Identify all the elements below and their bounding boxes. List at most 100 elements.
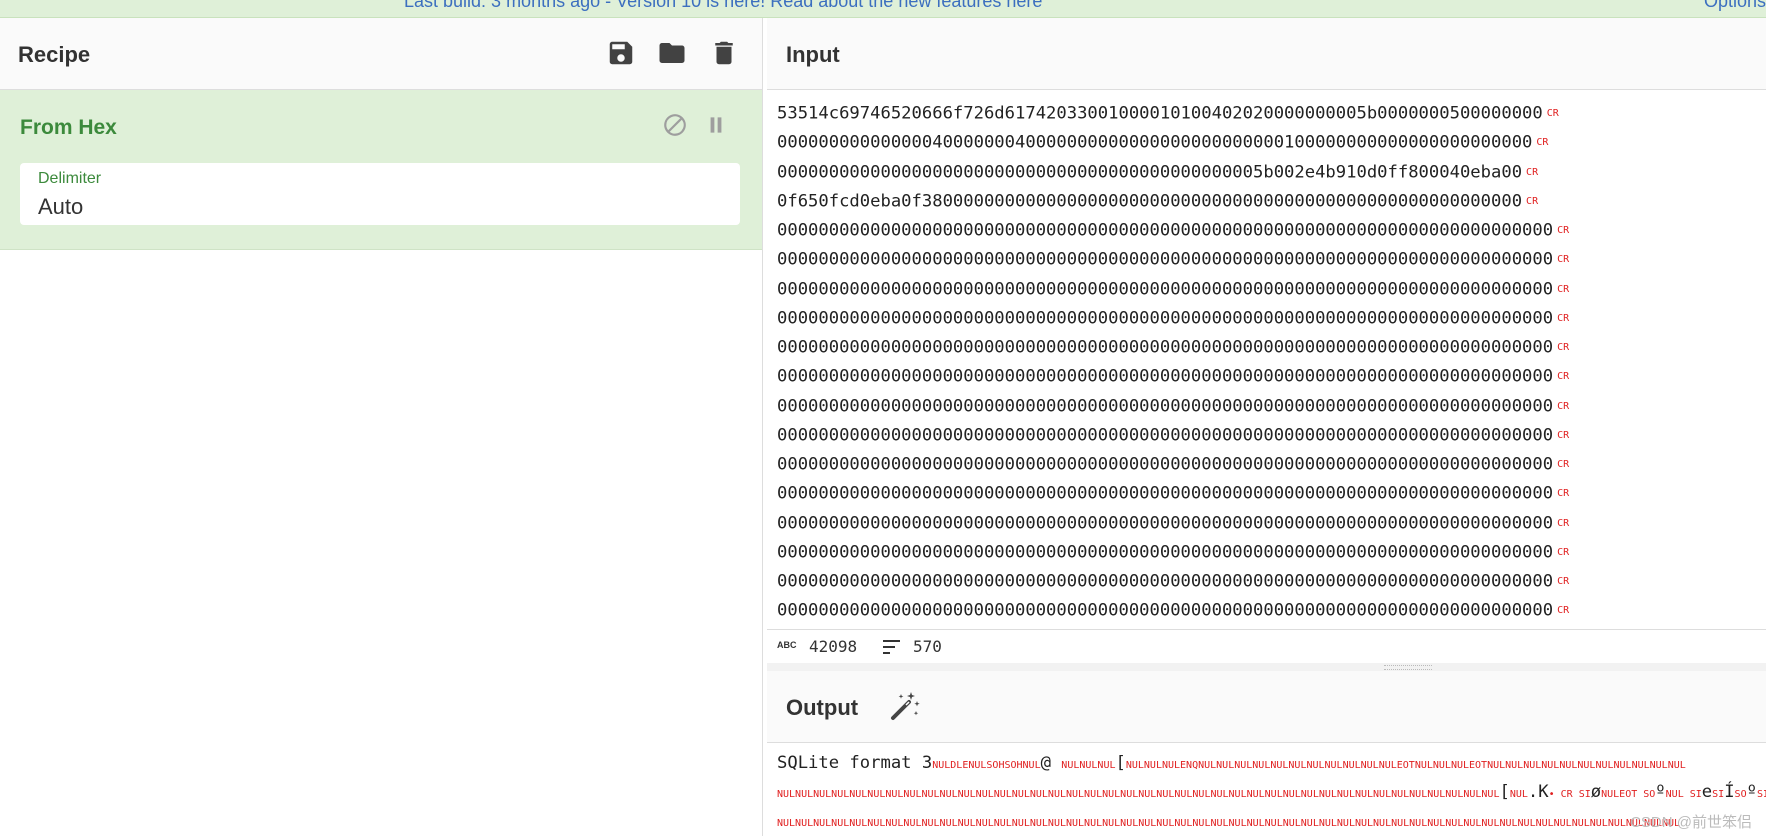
input-line: 0000000000000000000000000000000000000000… [777,567,1766,596]
output-line: NULNULNULNULNULNULNULNULNULNULNULNULNULN… [777,807,1766,836]
line-end-marker: CR [1557,429,1570,441]
control-char-token: SO [1734,789,1747,800]
line-end-marker: CR [1557,225,1570,236]
lines-icon [883,640,900,654]
line-end-marker: CR [1557,254,1570,266]
control-char-token: SI [1712,789,1725,800]
input-line-text: 0000000000000000000000000000000000000000… [777,337,1554,358]
recipe-panel: Recipe From Hex Delimiter Auto [0,18,763,836]
line-end-marker: CR [1557,400,1570,412]
folder-icon[interactable] [657,38,689,70]
input-header: Input [767,18,1766,90]
line-end-marker: CR [1557,605,1570,617]
input-length: 42098 [809,637,858,656]
line-end-marker: CR [1536,137,1549,149]
input-textarea[interactable]: 53514c69746520666f726d617420330010000101… [777,99,1766,647]
input-line-text: 0000000000000004000000040000000000000000… [777,132,1533,153]
input-line: 0f650fcd0eba0f38000000000000000000000000… [777,187,1766,216]
input-line: 0000000000000000000000000000000000000000… [777,479,1766,508]
delimiter-label: Delimiter [38,170,102,187]
output-line: NULNULNULNULNULNULNULNULNULNULNULNULNULN… [777,778,1766,807]
input-line-text: 0000000000000000000000000000000000000000… [777,571,1554,592]
input-line-text: 0000000000000000000000000000000000000000… [777,600,1554,621]
input-status-bar: ABC 42098 570 [767,629,1766,664]
output-text-segment: [ [1115,753,1126,773]
input-line-text: 0000000000000000000000000000000000000000… [777,542,1554,563]
output-text-segment: e [1701,782,1713,802]
pause-icon[interactable] [703,112,731,140]
delimiter-field[interactable]: Delimiter Auto [20,163,740,225]
control-char-token: NULNULNUL [1061,760,1116,771]
top-banner: Last build: 3 months ago - Version 10 is… [0,0,1766,18]
line-end-marker: CR [1557,371,1570,383]
input-line-text: 0000000000000000000000000000000000000000… [777,396,1554,417]
line-end-marker: CR [1526,195,1539,207]
line-end-marker: CR [1557,576,1570,587]
input-line: 0000000000000000000000000000000000000000… [777,392,1766,421]
output-line: SQLite format 3NULDLENULSOHSOHNUL@ NULNU… [777,749,1766,778]
options-link[interactable]: Options [1704,0,1766,12]
operation-title: From Hex [20,116,117,139]
input-line: 0000000000000000000000000000000000000000… [777,538,1766,567]
input-line-text: 0000000000000000000000000000000000000000… [777,249,1554,270]
control-char-token: NULNULNULNULNULNULNULNULNULNULNULNULNULN… [777,789,1500,800]
output-text-segment: [ [1499,782,1510,802]
line-end-marker: CR [1557,459,1570,470]
control-char-token: NUL [1509,789,1528,800]
input-line-text: 53514c69746520666f726d617420330010000101… [777,103,1543,124]
resize-handle[interactable] [1384,665,1432,670]
output-text-segment: º [1655,782,1666,802]
delimiter-value[interactable]: Auto [38,194,83,220]
line-end-marker: CR [1557,342,1570,353]
output-text-segment: @ [1040,753,1062,773]
input-line: 0000000000000000000000000000000000000000… [777,275,1766,304]
input-line-count: 570 [913,637,942,656]
save-icon[interactable] [606,38,638,70]
input-line: 53514c69746520666f726d617420330010000101… [777,99,1766,128]
input-line-text: 0000000000000000000000000000000000000000… [777,220,1554,241]
input-line-text: 0f650fcd0eba0f38000000000000000000000000… [777,191,1523,212]
control-char-token: NULNULNULENQNULNULNULNULNULNULNULNULNULN… [1125,760,1686,771]
output-text-segment: .K [1527,782,1549,802]
output-text-segment: SQLite format 3 [777,753,933,773]
output-textarea[interactable]: SQLite format 3NULDLENULSOHSOHNUL@ NULNU… [777,749,1766,836]
output-title: Output [786,695,859,720]
input-panel: Input 53514c69746520666f726d617420330010… [767,18,1766,663]
magic-wand-icon[interactable] [887,689,921,723]
banner-message[interactable]: Last build: 3 months ago - Version 10 is… [404,0,1042,12]
watermark: CSDN @前世笨侣 [1630,814,1752,831]
input-line: 0000000000000000000000000000000000000000… [777,304,1766,333]
output-text-segment: º [1746,782,1757,802]
input-line: 0000000000000004000000040000000000000000… [777,128,1766,157]
control-char-token: SI [1756,789,1766,800]
line-end-marker: CR [1557,488,1570,500]
line-end-marker: CR [1557,546,1570,558]
output-header: Output [767,671,1766,743]
line-end-marker: CR [1557,517,1570,529]
output-panel: Output SQLite format 3NULDLENULSOHSOHNUL… [767,671,1766,836]
length-icon: ABC [777,640,797,650]
input-line: 0000000000000000000000000000000000000000… [777,245,1766,274]
pane-divider[interactable] [767,663,1766,671]
input-line-text: 0000000000000000000000000000000000000000… [777,454,1554,475]
input-line: 0000000000000000000000000000000000000000… [777,333,1766,362]
recipe-header: Recipe [0,18,762,90]
control-char-token: NULNULNULNULNULNULNULNULNULNULNULNULNULN… [777,818,1681,829]
input-line: 0000000000000000000000000000000000000000… [777,216,1766,245]
line-end-marker: CR [1557,283,1570,295]
control-char-token: NULDLENULSOHSOHNUL [932,760,1041,771]
input-line: 0000000000000000000000000000000000000000… [777,450,1766,479]
operation-from-hex[interactable]: From Hex Delimiter Auto [0,90,762,250]
output-text-segment: Í [1724,782,1735,802]
input-line: 0000000000000000000000000000000000000000… [777,421,1766,450]
line-end-marker: CR [1526,166,1539,178]
disable-icon[interactable] [662,112,690,140]
trash-icon[interactable] [709,38,741,70]
input-line-text: 0000000000000000000000000000000000000000… [777,308,1554,329]
input-line: 0000000000000000000000000000000000000000… [777,158,1766,187]
input-line-text: 0000000000000000000000000000000000000000… [777,483,1554,504]
control-char-token: NUL SI [1665,789,1702,800]
recipe-title: Recipe [18,42,91,67]
input-line: 0000000000000000000000000000000000000000… [777,362,1766,391]
input-line: 0000000000000000000000000000000000000000… [777,509,1766,538]
